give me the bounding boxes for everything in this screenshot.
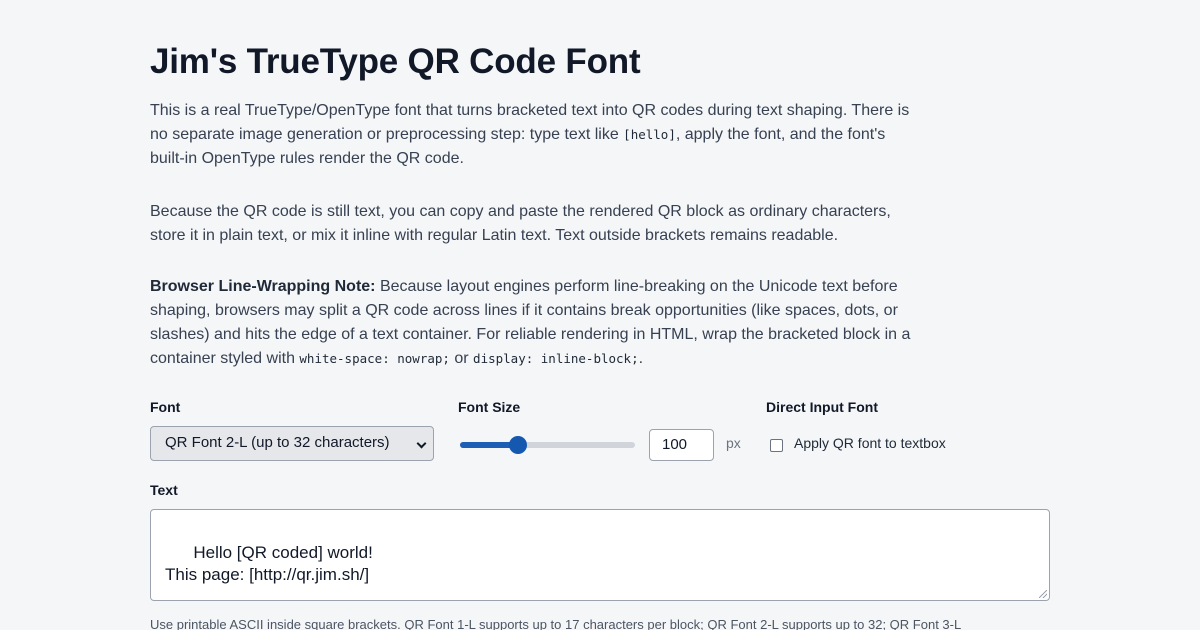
direct-input-font-label: Direct Input Font: [766, 399, 878, 415]
copy-paste-paragraph: Because the QR code is still text, you c…: [150, 203, 891, 244]
inline-code-nowrap: white-space: nowrap;: [299, 351, 450, 366]
font-size-label: Font Size: [458, 399, 521, 415]
text-label: Text: [150, 482, 178, 498]
text-input[interactable]: Hello [QR coded] world! This page: [http…: [150, 509, 1050, 601]
page-title: Jim's TrueType QR Code Font: [150, 42, 641, 81]
apply-qr-font-label[interactable]: Apply QR font to textbox: [794, 435, 946, 451]
line-wrap-note-paragraph: Browser Line-Wrapping Note: Because layo…: [150, 275, 920, 371]
text-input-value: Hello [QR coded] world! This page: [http…: [165, 543, 373, 584]
usage-hint: Use printable ASCII inside square bracke…: [150, 617, 962, 630]
resize-handle-icon[interactable]: [1039, 590, 1047, 598]
font-size-slider[interactable]: [460, 435, 635, 455]
intro-paragraph: This is a real TrueType/OpenType font th…: [150, 99, 920, 171]
font-size-input[interactable]: 100: [649, 429, 714, 461]
font-label: Font: [150, 399, 181, 415]
slider-thumb[interactable]: [508, 436, 527, 454]
chevron-down-icon: [416, 438, 427, 449]
apply-qr-font-checkbox[interactable]: [770, 439, 783, 452]
inline-code-hello: [hello]: [623, 127, 676, 142]
font-select[interactable]: QR Font 2-L (up to 32 characters): [150, 426, 434, 461]
line-wrap-note-end: .: [638, 350, 644, 367]
page: Jim's TrueType QR Code Font This is a re…: [0, 0, 1200, 630]
line-wrap-note-title: Browser Line-Wrapping Note:: [150, 278, 376, 295]
font-select-value: QR Font 2-L (up to 32 characters): [165, 434, 390, 451]
inline-code-inline-block: display: inline-block;: [473, 351, 639, 366]
font-size-unit: px: [726, 435, 741, 451]
line-wrap-note-or: or: [449, 350, 474, 367]
